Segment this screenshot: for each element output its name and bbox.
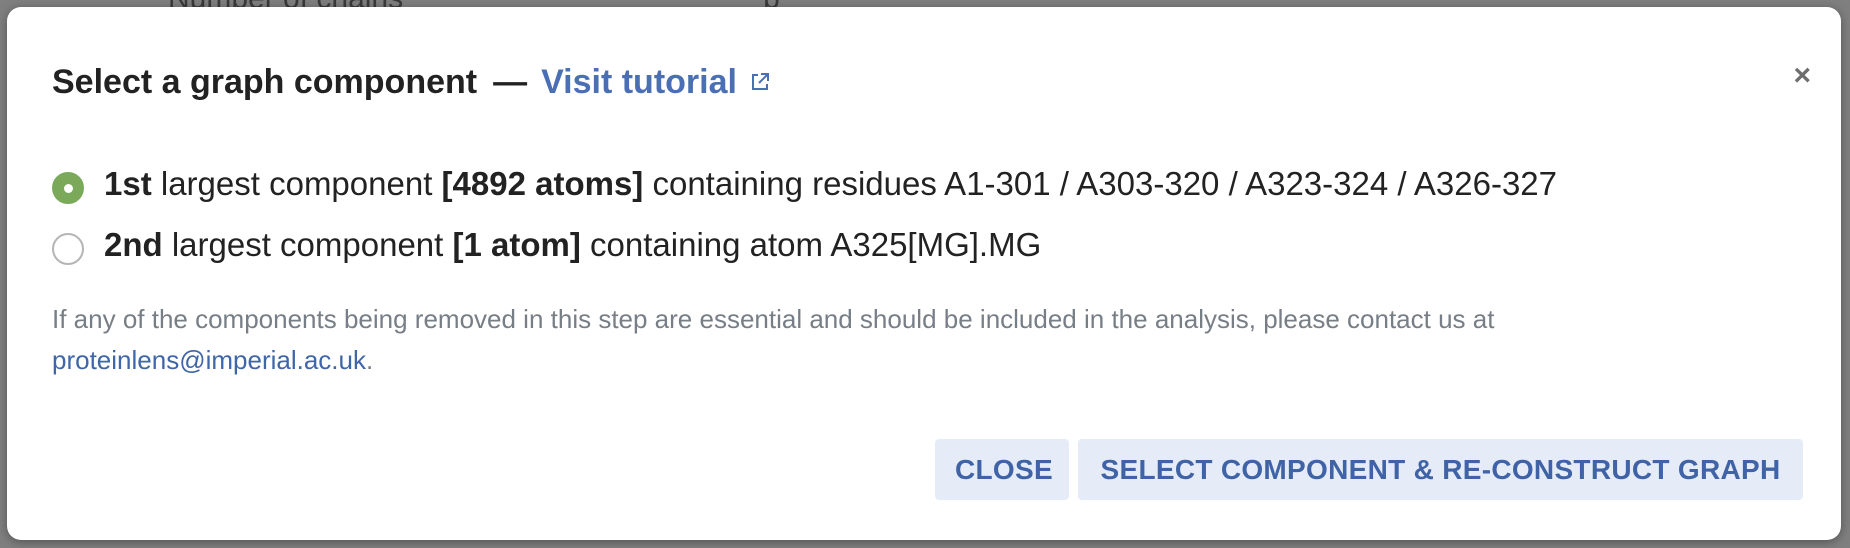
component-option-2[interactable]: 2nd largest component [1 atom] containin… xyxy=(52,226,1557,265)
option-rank: 1st xyxy=(104,165,152,202)
option-residues: containing atom A325[MG].MG xyxy=(580,226,1042,263)
modal-title-text: Select a graph component xyxy=(52,63,478,101)
visit-tutorial-label: Visit tutorial xyxy=(541,63,737,101)
title-dash: — xyxy=(493,63,528,101)
close-icon[interactable]: × xyxy=(1793,61,1811,91)
option-description: largest component xyxy=(151,165,442,202)
contact-email-link[interactable]: proteinlens@imperial.ac.uk xyxy=(52,345,366,375)
close-button[interactable]: CLOSE xyxy=(935,439,1069,500)
option-atom-count: [4892 atoms] xyxy=(441,165,644,202)
external-link-icon xyxy=(749,63,771,102)
removal-notice: If any of the components being removed i… xyxy=(52,299,1752,381)
component-select-modal: Select a graph component — Visit tutoria… xyxy=(7,7,1841,540)
modal-title: Select a graph component — Visit tutoria… xyxy=(52,63,771,102)
option-description: largest component xyxy=(162,226,453,263)
option-rank: 2nd xyxy=(104,226,163,263)
radio-button-unchecked[interactable] xyxy=(52,233,84,265)
select-component-button[interactable]: SELECT COMPONENT & RE-CONSTRUCT GRAPH xyxy=(1078,439,1803,500)
option-atom-count: [1 atom] xyxy=(452,226,581,263)
component-options: 1st largest component [4892 atoms] conta… xyxy=(52,165,1557,287)
notice-text: If any of the components being removed i… xyxy=(52,304,1495,334)
radio-button-checked[interactable] xyxy=(52,172,84,204)
notice-end: . xyxy=(365,345,374,375)
visit-tutorial-link[interactable]: Visit tutorial xyxy=(541,63,771,102)
component-option-1[interactable]: 1st largest component [4892 atoms] conta… xyxy=(52,165,1557,204)
option-residues: containing residues A1-301 / A303-320 / … xyxy=(643,165,1557,202)
